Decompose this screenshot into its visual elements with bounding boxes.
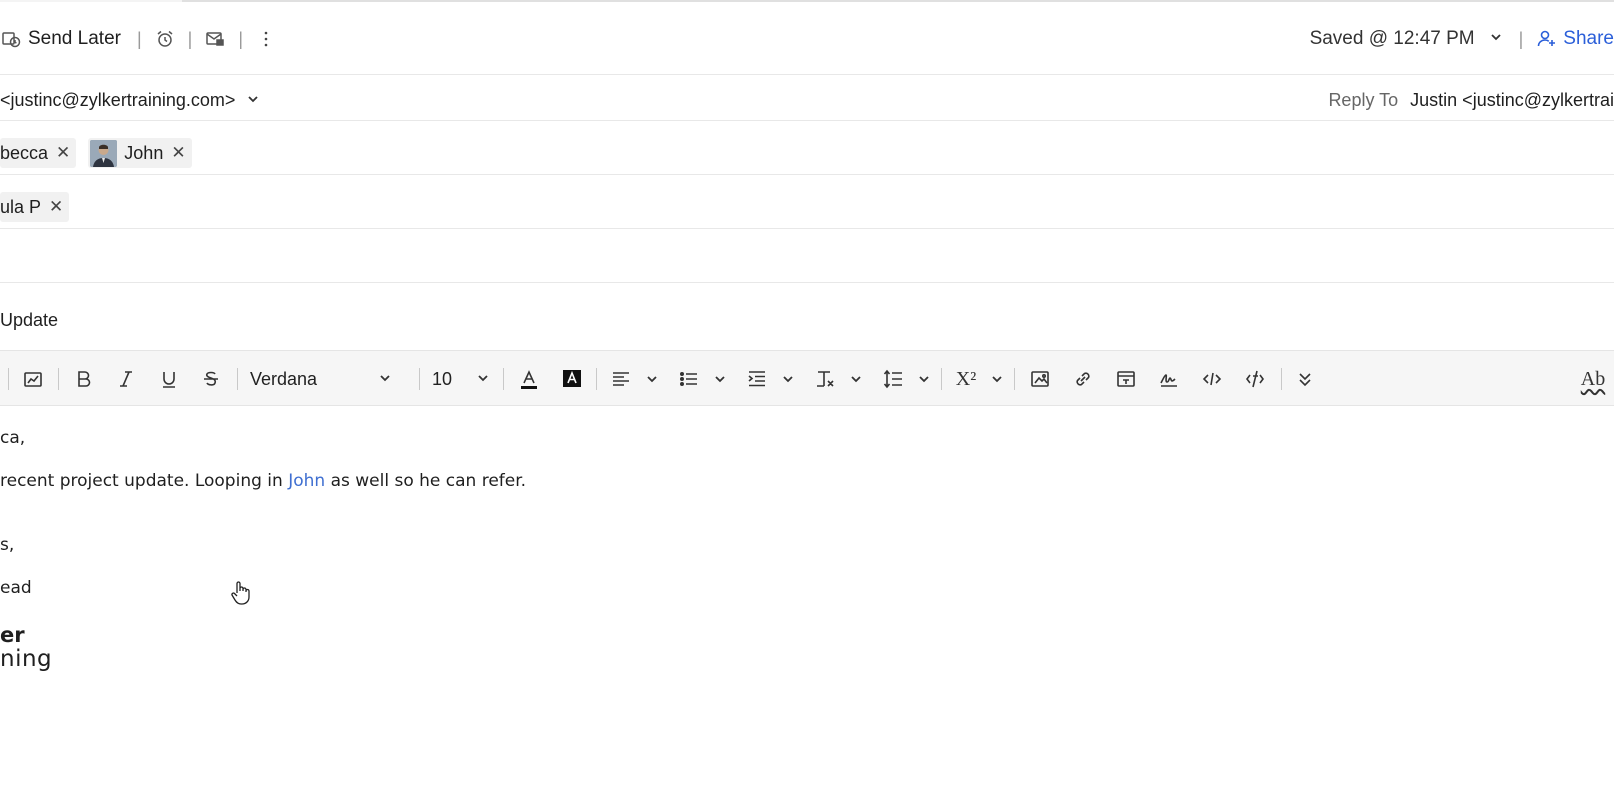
chevron-down-icon [378, 369, 392, 390]
toolbar-separator: | [1518, 28, 1524, 49]
share-button[interactable]: Share [1537, 28, 1614, 50]
insert-chart-icon[interactable] [21, 351, 45, 407]
toolbar-divider [8, 368, 9, 390]
from-field[interactable]: <justinc@zylkertraining.com> [0, 90, 260, 111]
recipient-chip[interactable]: becca ✕ [0, 138, 77, 168]
window-top-border [0, 0, 1614, 2]
toolbar-divider [1014, 368, 1015, 390]
divider [0, 282, 1614, 283]
italic-icon[interactable] [115, 351, 137, 407]
source-code-icon[interactable] [1200, 351, 1224, 407]
signature-icon[interactable] [1157, 351, 1181, 407]
toolbar-divider [58, 368, 59, 390]
font-size-value: 10 [432, 368, 453, 389]
line-spacing-icon[interactable] [881, 351, 905, 407]
toolbar-divider [419, 368, 420, 390]
from-row: <justinc@zylkertraining.com> Reply To Ju… [0, 82, 1614, 118]
spacing-chevron-down-icon[interactable] [917, 351, 931, 407]
body-role: ead [0, 578, 32, 598]
divider [0, 120, 1614, 121]
chevron-down-icon [476, 369, 490, 390]
from-chevron-down-icon[interactable] [246, 92, 260, 109]
subject-value: Update [0, 309, 59, 330]
toolbar-divider [941, 368, 942, 390]
body-greeting: ca, [0, 428, 26, 448]
toolbar-divider [1281, 368, 1282, 390]
script-chevron-down-icon[interactable] [990, 351, 1004, 407]
body-text: as well so he can refer. [325, 471, 527, 491]
bulleted-list-icon[interactable] [677, 351, 701, 407]
remove-recipient-close-icon[interactable]: ✕ [171, 143, 185, 163]
mention-john[interactable]: John [288, 471, 325, 491]
recipient-name: becca [0, 142, 49, 163]
send-later-icon[interactable] [0, 28, 22, 50]
indent-chevron-down-icon[interactable] [781, 351, 795, 407]
reminder-alarm-icon[interactable] [154, 28, 176, 50]
spellcheck-icon[interactable]: Ab [1578, 351, 1608, 407]
reply-to-field[interactable]: Reply To Justin <justinc@zylkertrai [1328, 90, 1614, 111]
remove-recipient-close-icon[interactable]: ✕ [56, 143, 70, 163]
list-chevron-down-icon[interactable] [713, 351, 727, 407]
divider [0, 228, 1614, 229]
toolbar-separator: | [136, 28, 142, 49]
to-recipients[interactable]: becca ✕ John ✕ [0, 137, 1614, 169]
remove-recipient-close-icon[interactable]: ✕ [49, 197, 63, 217]
saved-status: Saved @ 12:47 PM [1309, 28, 1475, 49]
toolbar-separator: | [187, 28, 193, 49]
more-options-icon[interactable] [255, 28, 277, 50]
text-color-icon[interactable] [517, 351, 541, 407]
send-later-button[interactable]: Send Later [28, 28, 121, 50]
font-family-select[interactable]: Verdana [250, 351, 400, 407]
superscript-icon[interactable]: X² [953, 351, 979, 407]
strikethrough-icon[interactable] [200, 351, 222, 407]
subject-field[interactable]: Update [0, 300, 1614, 340]
align-chevron-down-icon[interactable] [645, 351, 659, 407]
reply-to-label: Reply To [1328, 89, 1399, 110]
toolbar-divider [596, 368, 597, 390]
signature-name: er [0, 623, 25, 647]
recipient-chip[interactable]: ula P ✕ [0, 192, 70, 222]
clear-formatting-icon[interactable] [813, 351, 837, 407]
indent-icon[interactable] [745, 351, 769, 407]
body-closing: s, [0, 535, 15, 555]
insert-snippet-icon[interactable] [1243, 351, 1267, 407]
bold-icon[interactable] [72, 351, 94, 407]
divider [0, 74, 1614, 75]
cc-recipients[interactable]: ula P ✕ [0, 191, 1614, 223]
share-user-icon [1537, 30, 1556, 47]
insert-table-icon[interactable] [1114, 351, 1138, 407]
editor-toolbar: Verdana 10 X² Ab [0, 350, 1614, 406]
highlight-color-icon[interactable] [560, 351, 584, 407]
recipient-name: John [124, 142, 164, 163]
font-family-value: Verdana [250, 368, 318, 389]
hand-pointer-cursor-icon [231, 581, 250, 605]
more-tools-double-chevron-down-icon[interactable] [1294, 351, 1316, 407]
bcc-field[interactable] [0, 232, 1614, 278]
body-paragraph: recent project update. Looping in John a… [0, 471, 526, 491]
toolbar-divider [237, 368, 238, 390]
compose-header-toolbar: Send Later | | | Saved @ 12:47 PM | Shar… [0, 18, 1614, 60]
reply-to-value: Justin <justinc@zylkertrai [1410, 89, 1614, 110]
from-address: <justinc@zylkertraining.com> [0, 89, 236, 110]
insert-image-icon[interactable] [1028, 351, 1052, 407]
divider [0, 174, 1614, 175]
share-label: Share [1563, 28, 1614, 49]
saved-status-chevron-down-icon[interactable] [1489, 28, 1503, 50]
toolbar-separator: | [238, 28, 244, 49]
signature-company: ning [0, 646, 53, 672]
insert-link-icon[interactable] [1071, 351, 1095, 407]
recipient-name: ula P [0, 196, 42, 217]
font-size-select[interactable]: 10 [432, 351, 494, 407]
recipient-chip[interactable]: John ✕ [88, 138, 192, 168]
toolbar-divider [503, 368, 504, 390]
avatar [90, 139, 118, 167]
read-receipt-mail-icon[interactable] [204, 28, 226, 50]
body-text: recent project update. Looping in [0, 471, 289, 491]
underline-icon[interactable] [158, 351, 180, 407]
format-chevron-down-icon[interactable] [849, 351, 863, 407]
align-left-icon[interactable] [609, 351, 633, 407]
